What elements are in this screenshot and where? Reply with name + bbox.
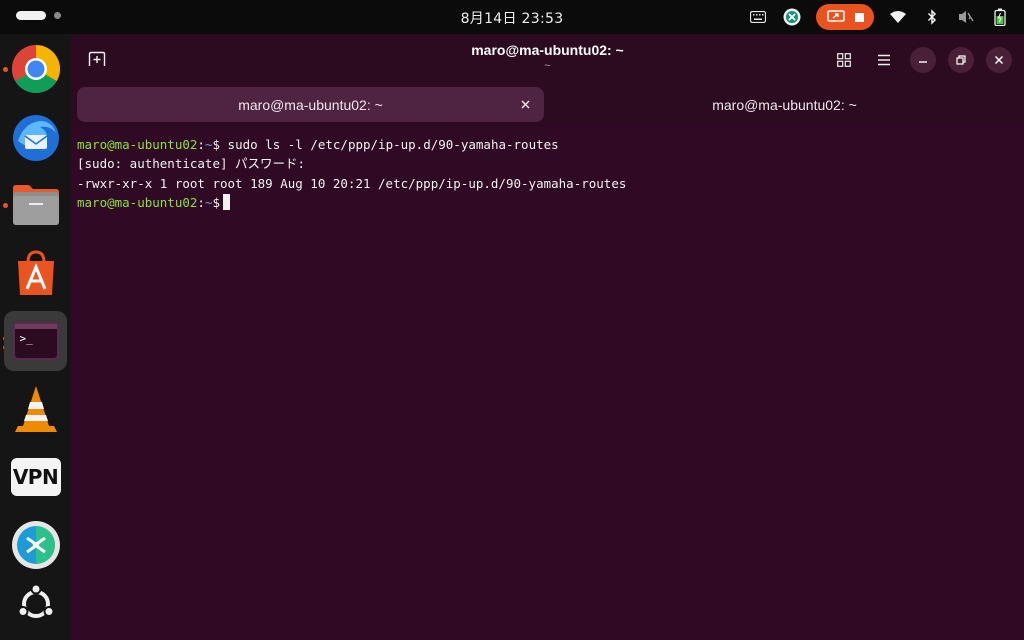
remote-desktop-app-icon bbox=[11, 521, 60, 569]
files-icon bbox=[12, 185, 59, 225]
clock[interactable]: 8月14日 23:53 bbox=[412, 8, 612, 28]
grid-icon bbox=[837, 53, 851, 67]
activities-button[interactable] bbox=[16, 11, 61, 20]
dock-chrome[interactable] bbox=[4, 39, 67, 99]
terminal-area[interactable]: maro@ma-ubuntu02:~$ sudo ls -l /etc/ppp/… bbox=[71, 126, 1024, 640]
header-bar[interactable]: maro@ma-ubuntu02: ~ ~ maro@ma-ubuntu02: … bbox=[71, 34, 1024, 126]
screen-record-indicator[interactable] bbox=[816, 4, 874, 30]
bluetooth-icon[interactable] bbox=[922, 7, 942, 27]
vlc-icon bbox=[14, 386, 57, 432]
remote-desktop-icon[interactable] bbox=[782, 7, 802, 27]
battery-icon[interactable] bbox=[990, 7, 1010, 27]
wifi-icon[interactable] bbox=[888, 7, 908, 27]
hamburger-icon bbox=[878, 54, 890, 66]
workspace-indicator-active bbox=[16, 11, 46, 20]
app-center-icon bbox=[17, 250, 54, 295]
ubuntu-menu-icon bbox=[17, 584, 54, 618]
minimize-button[interactable] bbox=[910, 47, 936, 73]
screen-share-icon bbox=[826, 10, 845, 22]
thunderbird-icon bbox=[12, 115, 59, 161]
minimize-icon bbox=[919, 61, 927, 63]
stop-icon bbox=[854, 12, 864, 22]
menu-button[interactable] bbox=[870, 46, 898, 74]
close-icon bbox=[521, 100, 529, 108]
dock-vpn[interactable]: VPN bbox=[4, 447, 67, 507]
dock-show-apps[interactable] bbox=[4, 574, 67, 634]
top-bar: 8月14日 23:53 bbox=[0, 0, 1024, 34]
dock-remote-desktop[interactable] bbox=[4, 515, 67, 575]
dock-vlc[interactable] bbox=[4, 379, 67, 439]
terminal-cursor bbox=[223, 193, 231, 210]
close-button[interactable] bbox=[986, 47, 1012, 73]
dock-thunderbird[interactable] bbox=[4, 107, 67, 167]
tab-close-button[interactable] bbox=[516, 95, 534, 113]
terminal-window: maro@ma-ubuntu02: ~ ~ maro@ma-ubuntu02: … bbox=[71, 34, 1024, 640]
tab-label: maro@ma-ubuntu02: ~ bbox=[238, 96, 383, 113]
terminal-prompt-line: maro@ma-ubuntu02:~$ bbox=[77, 193, 1018, 212]
maximize-button[interactable] bbox=[948, 47, 974, 73]
dock-files[interactable] bbox=[4, 175, 67, 235]
tab-bar: maro@ma-ubuntu02: ~ maro@ma-ubuntu02: ~ bbox=[77, 87, 1018, 122]
terminal-line: maro@ma-ubuntu02:~$ sudo ls -l /etc/ppp/… bbox=[77, 137, 559, 152]
chrome-icon bbox=[11, 44, 60, 94]
terminal-line: [sudo: authenticate] パスワード: bbox=[77, 156, 306, 172]
dock-app-center[interactable] bbox=[4, 243, 67, 303]
tab-1[interactable]: maro@ma-ubuntu02: ~ bbox=[77, 87, 544, 122]
workspace-indicator bbox=[54, 12, 61, 19]
terminal-line: -rwxr-xr-x 1 root root 189 Aug 10 20:21 … bbox=[77, 175, 627, 191]
tab-2[interactable]: maro@ma-ubuntu02: ~ bbox=[551, 87, 1018, 122]
terminal-icon: >_ bbox=[12, 322, 59, 360]
header-buttons bbox=[830, 46, 1012, 74]
volume-muted-icon[interactable] bbox=[956, 7, 976, 27]
restore-icon bbox=[956, 55, 966, 65]
dock-terminal[interactable]: >_ bbox=[4, 311, 67, 371]
dock: >_ VPN bbox=[0, 34, 71, 640]
system-tray[interactable] bbox=[748, 4, 1010, 30]
close-icon bbox=[994, 55, 1004, 65]
tab-overview-button[interactable] bbox=[830, 46, 858, 74]
vpn-icon: VPN bbox=[10, 458, 61, 496]
keyboard-icon[interactable] bbox=[748, 7, 768, 27]
tab-label: maro@ma-ubuntu02: ~ bbox=[712, 96, 857, 113]
